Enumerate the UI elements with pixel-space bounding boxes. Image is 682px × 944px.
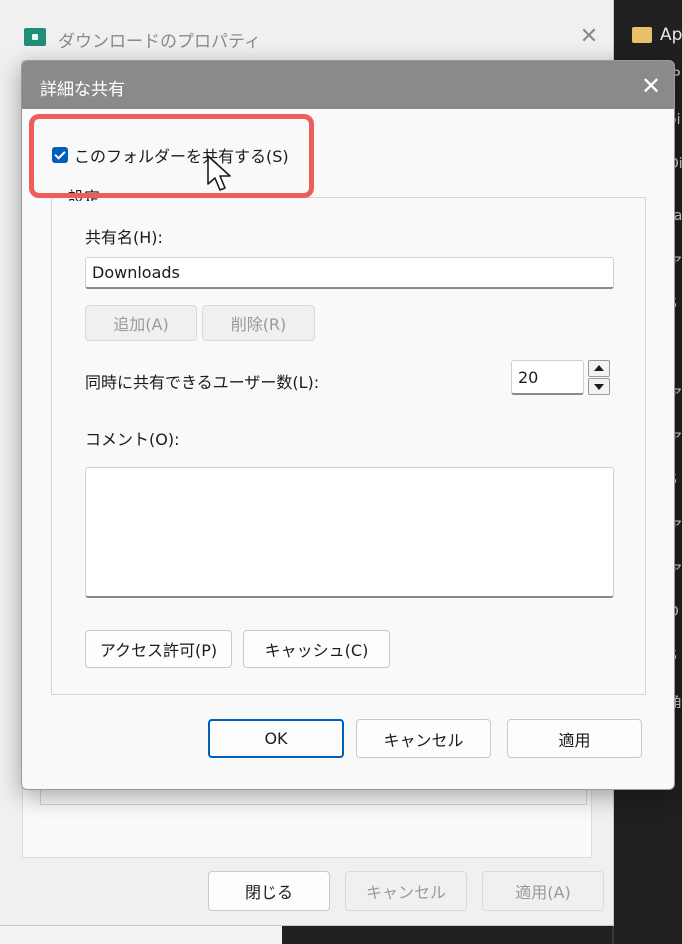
caching-button[interactable]: キャッシュ(C) bbox=[243, 630, 390, 668]
properties-cancel-button[interactable]: キャンセル bbox=[345, 871, 467, 911]
permissions-button[interactable]: アクセス許可(P) bbox=[85, 630, 232, 668]
mouse-cursor-icon bbox=[207, 155, 231, 191]
user-limit-input[interactable]: 20 bbox=[511, 360, 584, 395]
properties-titlebar: ダウンロードのプロパティ ✕ bbox=[0, 14, 613, 60]
add-button[interactable]: 追加(A) bbox=[85, 305, 197, 341]
stepper-up-icon[interactable] bbox=[588, 360, 610, 377]
background-folder-item[interactable]: Ap bbox=[632, 25, 682, 45]
dialog-titlebar: 詳細な共有 ✕ bbox=[22, 61, 674, 109]
dialog-title: 詳細な共有 bbox=[40, 80, 125, 100]
stepper-down-icon[interactable] bbox=[588, 378, 610, 395]
share-name-label: 共有名(H): bbox=[85, 228, 163, 247]
properties-title: ダウンロードのプロパティ bbox=[58, 32, 261, 52]
background-folder-label: Ap bbox=[660, 25, 682, 45]
dialog-cancel-button[interactable]: キャンセル bbox=[356, 719, 491, 758]
share-folder-label[interactable]: このフォルダーを共有する(S) bbox=[74, 143, 289, 167]
properties-apply-button[interactable]: 適用(A) bbox=[482, 871, 604, 911]
share-name-input[interactable] bbox=[85, 257, 614, 289]
user-limit-label: 同時に共有できるユーザー数(L): bbox=[85, 373, 320, 392]
dialog-close-icon[interactable]: ✕ bbox=[634, 69, 668, 103]
dialog-apply-button[interactable]: 適用 bbox=[507, 719, 642, 758]
comment-label: コメント(O): bbox=[85, 430, 180, 449]
downloads-folder-icon bbox=[24, 28, 46, 46]
properties-close-icon[interactable]: ✕ bbox=[574, 22, 604, 52]
comment-textarea[interactable] bbox=[85, 467, 614, 598]
ok-button[interactable]: OK bbox=[208, 719, 344, 758]
close-button[interactable]: 閉じる bbox=[208, 871, 330, 911]
remove-button[interactable]: 削除(R) bbox=[202, 305, 315, 341]
share-folder-checkbox[interactable] bbox=[52, 147, 68, 163]
user-limit-stepper bbox=[588, 360, 610, 395]
share-folder-checkbox-row[interactable]: このフォルダーを共有する(S) bbox=[52, 143, 289, 167]
folder-icon bbox=[632, 27, 652, 43]
advanced-sharing-dialog: 詳細な共有 ✕ 設定 このフォルダーを共有する(S) 共有名(H): 追加(A)… bbox=[21, 60, 675, 790]
